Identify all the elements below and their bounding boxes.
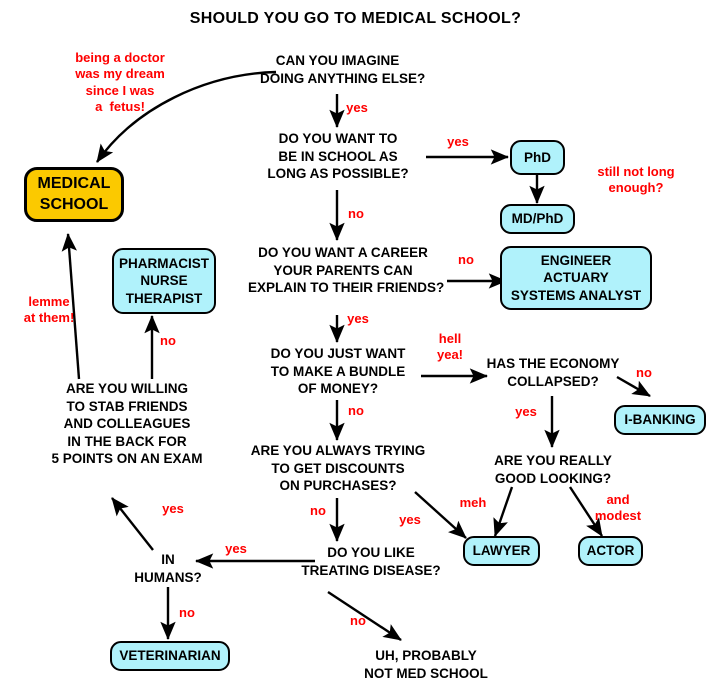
- node-lawyer[interactable]: LAWYER: [463, 536, 540, 566]
- question-treating-disease: DO YOU LIKE TREATING DISEASE?: [301, 545, 441, 578]
- question-economy-collapsed: HAS THE ECONOMY COLLAPSED?: [486, 356, 620, 389]
- question-parents-explain: DO YOU WANT A CAREER YOUR PARENTS CAN EX…: [248, 245, 445, 296]
- label-imagine-yes: yes: [346, 100, 368, 115]
- node-i-banking-label: I-BANKING: [624, 412, 696, 428]
- node-md-phd-label: MD/PhD: [511, 211, 564, 227]
- node-medical-school-line1: MEDICAL: [37, 174, 111, 192]
- label-school-long-no: no: [348, 206, 364, 221]
- label-school-long-yes: yes: [447, 134, 469, 149]
- node-actor-label: ACTOR: [586, 543, 635, 559]
- label-hell-yea: hell yea!: [436, 331, 464, 363]
- node-medical-school-line2: SCHOOL: [39, 195, 109, 213]
- label-economy-no: no: [636, 365, 652, 380]
- label-economy-yes: yes: [515, 404, 537, 419]
- label-parents-no: no: [458, 252, 474, 267]
- label-disease-yes: yes: [225, 541, 247, 556]
- text-not-med-school: UH, PROBABLY NOT MED SCHOOL: [364, 648, 488, 681]
- label-pharmacist-no: no: [160, 333, 176, 348]
- page-title: SHOULD YOU GO TO MEDICAL SCHOOL?: [189, 10, 522, 27]
- question-in-humans: IN HUMANS?: [134, 552, 202, 585]
- node-pharmacist-line2: NURSE: [140, 273, 188, 289]
- flowchart-canvas: SHOULD YOU GO TO MEDICAL SCHOOL? CAN YOU…: [0, 0, 711, 696]
- label-discounts-yes: yes: [399, 512, 421, 527]
- question-discounts: ARE YOU ALWAYS TRYING TO GET DISCOUNTS O…: [250, 443, 426, 494]
- label-humans-no: no: [179, 605, 195, 620]
- question-school-long: DO YOU WANT TO BE IN SCHOOL AS LONG AS P…: [267, 131, 409, 182]
- label-lemme-at-them: lemme at them!: [23, 294, 75, 326]
- node-md-phd[interactable]: MD/PhD: [500, 204, 575, 234]
- edge-humans-yes-stab: [111, 497, 154, 551]
- node-pharmacist-line1: PHARMACIST: [119, 255, 209, 271]
- question-good-looking: ARE YOU REALLY GOOD LOOKING?: [494, 453, 612, 486]
- label-still-not-long-enough: still not long enough?: [597, 164, 675, 196]
- label-money-no: no: [348, 403, 364, 418]
- label-and-modest: and modest: [594, 492, 642, 524]
- node-medical-school[interactable]: MEDICAL SCHOOL: [24, 167, 124, 222]
- node-phd-label: PhD: [524, 149, 551, 165]
- label-parents-yes: yes: [347, 311, 369, 326]
- edge-goodlooking-meh-lawyer: [493, 486, 514, 537]
- question-bundle-money: DO YOU JUST WANT TO MAKE A BUNDLE OF MON…: [270, 346, 406, 397]
- label-disease-no: no: [350, 613, 366, 628]
- question-imagine-line1: CAN YOU IMAGINE: [275, 53, 400, 68]
- node-veterinarian-label: VETERINARIAN: [119, 648, 221, 664]
- node-phd[interactable]: PhD: [510, 140, 565, 175]
- node-engineer-actuary-analyst[interactable]: ENGINEER ACTUARY SYSTEMS ANALYST: [500, 246, 652, 310]
- node-veterinarian[interactable]: VETERINARIAN: [110, 641, 230, 671]
- node-pharmacist-line3: THERAPIST: [125, 290, 203, 306]
- label-discounts-no: no: [310, 503, 326, 518]
- node-engineer-line3: SYSTEMS ANALYST: [510, 287, 642, 303]
- question-imagine-line2: DOING ANYTHING ELSE?: [260, 70, 426, 86]
- label-being-a-doctor: being a doctor was my dream since I was a f…: [75, 50, 165, 114]
- node-pharmacist-nurse-therapist[interactable]: PHARMACIST NURSE THERAPIST: [112, 248, 216, 314]
- node-actor[interactable]: ACTOR: [578, 536, 643, 566]
- question-imagine: CAN YOU IMAGINE DOING ANYTHING ELSE?: [260, 52, 425, 87]
- question-stab-friends: ARE YOU WILLING TO STAB FRIENDS AND COLL…: [51, 381, 203, 467]
- node-engineer-line2: ACTUARY: [543, 270, 609, 286]
- node-lawyer-label: LAWYER: [472, 543, 531, 559]
- label-meh: meh: [459, 495, 487, 510]
- label-humans-yes-stab: yes: [162, 501, 184, 516]
- node-i-banking[interactable]: I-BANKING: [614, 405, 706, 435]
- node-engineer-line1: ENGINEER: [540, 252, 612, 268]
